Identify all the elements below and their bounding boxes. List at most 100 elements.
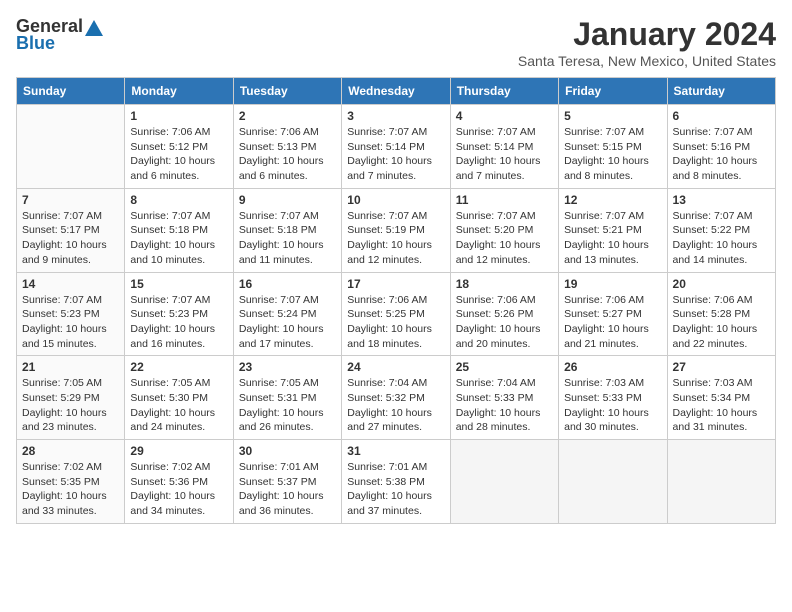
day-number: 9	[239, 193, 336, 207]
calendar-cell: 1 Sunrise: 7:06 AMSunset: 5:12 PMDaylight…	[125, 105, 233, 189]
day-number: 5	[564, 109, 661, 123]
day-info: Sunrise: 7:03 AMSunset: 5:34 PMDaylight:…	[673, 376, 770, 435]
day-number: 25	[456, 360, 553, 374]
day-number: 24	[347, 360, 444, 374]
calendar-cell: 14Sunrise: 7:07 AMSunset: 5:23 PMDayligh…	[17, 272, 125, 356]
calendar-cell	[17, 105, 125, 189]
calendar-cell: 31 Sunrise: 7:01 AMSunset: 5:38 PMDayligh…	[342, 440, 450, 524]
day-info: Sunrise: 7:07 AMSunset: 5:18 PMDaylight:…	[130, 209, 227, 268]
day-info: Sunrise: 7:07 AMSunset: 5:14 PMDaylight:…	[347, 125, 444, 184]
calendar-cell: 3Sunrise: 7:07 AMSunset: 5:14 PMDaylight…	[342, 105, 450, 189]
day-info: Sunrise: 7:07 AMSunset: 5:15 PMDaylight:…	[564, 125, 661, 184]
calendar-cell	[667, 440, 775, 524]
day-info: Sunrise: 7:07 AMSunset: 5:21 PMDaylight:…	[564, 209, 661, 268]
day-info: Sunrise: 7:02 AMSunset: 5:35 PMDaylight:…	[22, 460, 119, 519]
day-number: 18	[456, 277, 553, 291]
calendar-cell: 5 Sunrise: 7:07 AMSunset: 5:15 PMDaylight…	[559, 105, 667, 189]
calendar-cell: 15 Sunrise: 7:07 AMSunset: 5:23 PMDayligh…	[125, 272, 233, 356]
calendar-cell: 9 Sunrise: 7:07 AMSunset: 5:18 PMDaylight…	[233, 188, 341, 272]
day-info: Sunrise: 7:07 AMSunset: 5:23 PMDaylight:…	[130, 293, 227, 352]
header: General Blue January 2024 Santa Teresa, …	[16, 16, 776, 69]
day-number: 13	[673, 193, 770, 207]
day-number: 15	[130, 277, 227, 291]
title-area: January 2024 Santa Teresa, New Mexico, U…	[518, 16, 776, 69]
day-info: Sunrise: 7:06 AMSunset: 5:13 PMDaylight:…	[239, 125, 336, 184]
column-header-saturday: Saturday	[667, 78, 775, 105]
day-info: Sunrise: 7:07 AMSunset: 5:14 PMDaylight:…	[456, 125, 553, 184]
day-info: Sunrise: 7:06 AMSunset: 5:25 PMDaylight:…	[347, 293, 444, 352]
day-info: Sunrise: 7:07 AMSunset: 5:22 PMDaylight:…	[673, 209, 770, 268]
day-number: 21	[22, 360, 119, 374]
day-number: 6	[673, 109, 770, 123]
column-header-thursday: Thursday	[450, 78, 558, 105]
week-row-1: 1 Sunrise: 7:06 AMSunset: 5:12 PMDaylight…	[17, 105, 776, 189]
day-number: 28	[22, 444, 119, 458]
day-info: Sunrise: 7:07 AMSunset: 5:19 PMDaylight:…	[347, 209, 444, 268]
logo-blue-text: Blue	[16, 33, 55, 54]
calendar-table: SundayMondayTuesdayWednesdayThursdayFrid…	[16, 77, 776, 524]
calendar-cell: 18 Sunrise: 7:06 AMSunset: 5:26 PMDayligh…	[450, 272, 558, 356]
calendar-cell: 6 Sunrise: 7:07 AMSunset: 5:16 PMDaylight…	[667, 105, 775, 189]
calendar-cell: 26 Sunrise: 7:03 AMSunset: 5:33 PMDayligh…	[559, 356, 667, 440]
calendar-cell	[559, 440, 667, 524]
day-number: 23	[239, 360, 336, 374]
calendar-cell: 2 Sunrise: 7:06 AMSunset: 5:13 PMDaylight…	[233, 105, 341, 189]
day-info: Sunrise: 7:05 AMSunset: 5:29 PMDaylight:…	[22, 376, 119, 435]
calendar-cell: 23Sunrise: 7:05 AMSunset: 5:31 PMDayligh…	[233, 356, 341, 440]
day-number: 10	[347, 193, 444, 207]
week-row-2: 7 Sunrise: 7:07 AMSunset: 5:17 PMDaylight…	[17, 188, 776, 272]
day-info: Sunrise: 7:06 AMSunset: 5:27 PMDaylight:…	[564, 293, 661, 352]
calendar-header-row: SundayMondayTuesdayWednesdayThursdayFrid…	[17, 78, 776, 105]
calendar-cell: 20 Sunrise: 7:06 AMSunset: 5:28 PMDayligh…	[667, 272, 775, 356]
day-info: Sunrise: 7:04 AMSunset: 5:33 PMDaylight:…	[456, 376, 553, 435]
day-info: Sunrise: 7:07 AMSunset: 5:23 PMDaylight:…	[22, 293, 119, 352]
day-info: Sunrise: 7:03 AMSunset: 5:33 PMDaylight:…	[564, 376, 661, 435]
day-number: 27	[673, 360, 770, 374]
calendar-cell: 25 Sunrise: 7:04 AMSunset: 5:33 PMDayligh…	[450, 356, 558, 440]
calendar-cell: 4 Sunrise: 7:07 AMSunset: 5:14 PMDaylight…	[450, 105, 558, 189]
day-info: Sunrise: 7:07 AMSunset: 5:16 PMDaylight:…	[673, 125, 770, 184]
day-number: 8	[130, 193, 227, 207]
calendar-cell: 21 Sunrise: 7:05 AMSunset: 5:29 PMDayligh…	[17, 356, 125, 440]
day-info: Sunrise: 7:01 AMSunset: 5:38 PMDaylight:…	[347, 460, 444, 519]
calendar-cell: 7 Sunrise: 7:07 AMSunset: 5:17 PMDaylight…	[17, 188, 125, 272]
calendar-cell: 27 Sunrise: 7:03 AMSunset: 5:34 PMDayligh…	[667, 356, 775, 440]
day-number: 30	[239, 444, 336, 458]
day-number: 11	[456, 193, 553, 207]
calendar-cell: 17Sunrise: 7:06 AMSunset: 5:25 PMDayligh…	[342, 272, 450, 356]
logo-triangle-icon	[85, 18, 103, 36]
day-info: Sunrise: 7:07 AMSunset: 5:17 PMDaylight:…	[22, 209, 119, 268]
calendar-cell: 19 Sunrise: 7:06 AMSunset: 5:27 PMDayligh…	[559, 272, 667, 356]
day-number: 29	[130, 444, 227, 458]
day-number: 19	[564, 277, 661, 291]
calendar-cell: 11Sunrise: 7:07 AMSunset: 5:20 PMDayligh…	[450, 188, 558, 272]
column-header-sunday: Sunday	[17, 78, 125, 105]
calendar-cell: 8 Sunrise: 7:07 AMSunset: 5:18 PMDaylight…	[125, 188, 233, 272]
day-info: Sunrise: 7:06 AMSunset: 5:12 PMDaylight:…	[130, 125, 227, 184]
calendar-cell: 24 Sunrise: 7:04 AMSunset: 5:32 PMDayligh…	[342, 356, 450, 440]
day-info: Sunrise: 7:05 AMSunset: 5:30 PMDaylight:…	[130, 376, 227, 435]
calendar-cell: 22 Sunrise: 7:05 AMSunset: 5:30 PMDayligh…	[125, 356, 233, 440]
week-row-4: 21 Sunrise: 7:05 AMSunset: 5:29 PMDayligh…	[17, 356, 776, 440]
column-header-monday: Monday	[125, 78, 233, 105]
day-number: 2	[239, 109, 336, 123]
calendar-cell: 10 Sunrise: 7:07 AMSunset: 5:19 PMDayligh…	[342, 188, 450, 272]
day-info: Sunrise: 7:06 AMSunset: 5:26 PMDaylight:…	[456, 293, 553, 352]
day-info: Sunrise: 7:06 AMSunset: 5:28 PMDaylight:…	[673, 293, 770, 352]
calendar-cell: 16Sunrise: 7:07 AMSunset: 5:24 PMDayligh…	[233, 272, 341, 356]
day-number: 12	[564, 193, 661, 207]
column-header-friday: Friday	[559, 78, 667, 105]
day-info: Sunrise: 7:04 AMSunset: 5:32 PMDaylight:…	[347, 376, 444, 435]
day-number: 7	[22, 193, 119, 207]
calendar-title: January 2024	[518, 16, 776, 53]
calendar-cell: 30Sunrise: 7:01 AMSunset: 5:37 PMDayligh…	[233, 440, 341, 524]
day-number: 31	[347, 444, 444, 458]
day-number: 26	[564, 360, 661, 374]
day-number: 1	[130, 109, 227, 123]
calendar-location: Santa Teresa, New Mexico, United States	[518, 53, 776, 69]
day-info: Sunrise: 7:07 AMSunset: 5:18 PMDaylight:…	[239, 209, 336, 268]
column-header-wednesday: Wednesday	[342, 78, 450, 105]
day-number: 20	[673, 277, 770, 291]
day-number: 22	[130, 360, 227, 374]
day-number: 4	[456, 109, 553, 123]
